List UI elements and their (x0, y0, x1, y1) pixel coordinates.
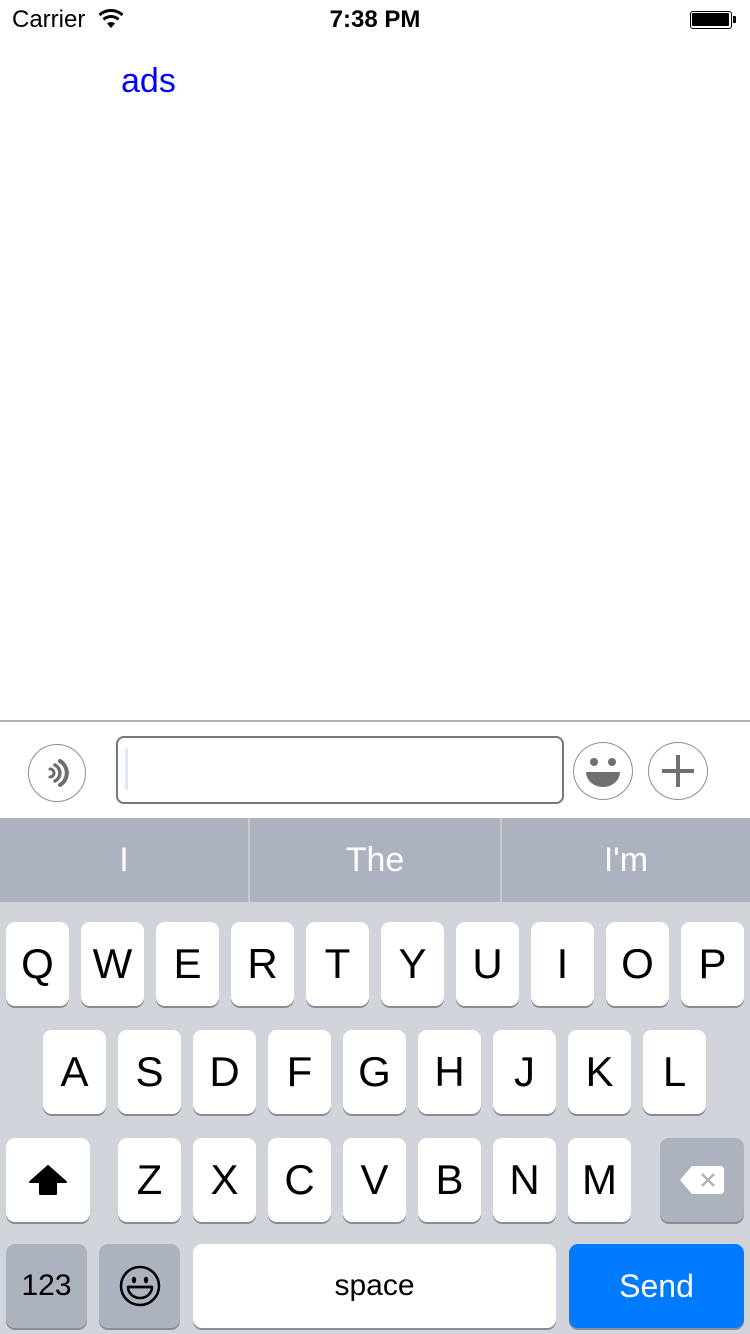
key-n[interactable]: N (493, 1138, 556, 1222)
status-bar: Carrier 7:38 PM (0, 0, 750, 40)
shift-icon (29, 1165, 67, 1195)
key-x[interactable]: X (193, 1138, 256, 1222)
prediction-item[interactable]: I'm (502, 818, 750, 902)
key-e[interactable]: E (156, 922, 219, 1006)
key-v[interactable]: V (343, 1138, 406, 1222)
emoji-button[interactable] (573, 742, 633, 800)
prediction-bar: I The I'm (0, 818, 750, 902)
key-u[interactable]: U (456, 922, 519, 1006)
key-y[interactable]: Y (381, 922, 444, 1006)
prediction-item[interactable]: The (250, 818, 500, 902)
key-a[interactable]: A (43, 1030, 106, 1114)
emoji-icon (586, 758, 620, 787)
key-k[interactable]: K (568, 1030, 631, 1114)
clock: 7:38 PM (329, 6, 421, 33)
emoji-keyboard-icon (119, 1265, 160, 1307)
keyboard: I The I'm Q W E R T Y U I O P A S D F G … (0, 818, 750, 1334)
key-j[interactable]: J (493, 1030, 556, 1114)
key-i[interactable]: I (531, 922, 594, 1006)
battery-full-icon (690, 11, 736, 29)
emoji-keyboard-key[interactable] (99, 1244, 180, 1328)
key-w[interactable]: W (81, 922, 144, 1006)
message-input-bar (0, 720, 750, 818)
send-button[interactable]: Send (569, 1244, 744, 1328)
delete-icon (680, 1166, 724, 1194)
text-caret (125, 748, 128, 790)
key-s[interactable]: S (118, 1030, 181, 1114)
key-h[interactable]: H (418, 1030, 481, 1114)
key-f[interactable]: F (268, 1030, 331, 1114)
key-o[interactable]: O (606, 922, 669, 1006)
key-g[interactable]: G (343, 1030, 406, 1114)
ads-link[interactable]: ads (121, 62, 176, 101)
space-key[interactable]: space (193, 1244, 556, 1328)
plus-button[interactable] (648, 742, 708, 800)
voice-button[interactable] (28, 744, 86, 802)
plus-icon (662, 755, 694, 787)
shift-key[interactable] (6, 1138, 90, 1222)
message-input[interactable] (116, 736, 564, 804)
key-r[interactable]: R (231, 922, 294, 1006)
voice-icon (48, 759, 69, 787)
key-p[interactable]: P (681, 922, 744, 1006)
key-z[interactable]: Z (118, 1138, 181, 1222)
key-c[interactable]: C (268, 1138, 331, 1222)
key-l[interactable]: L (643, 1030, 706, 1114)
key-b[interactable]: B (418, 1138, 481, 1222)
key-q[interactable]: Q (6, 922, 69, 1006)
delete-key[interactable] (660, 1138, 744, 1222)
prediction-item[interactable]: I (0, 818, 248, 902)
numbers-key[interactable]: 123 (6, 1244, 87, 1328)
key-t[interactable]: T (306, 922, 369, 1006)
key-d[interactable]: D (193, 1030, 256, 1114)
key-m[interactable]: M (568, 1138, 631, 1222)
